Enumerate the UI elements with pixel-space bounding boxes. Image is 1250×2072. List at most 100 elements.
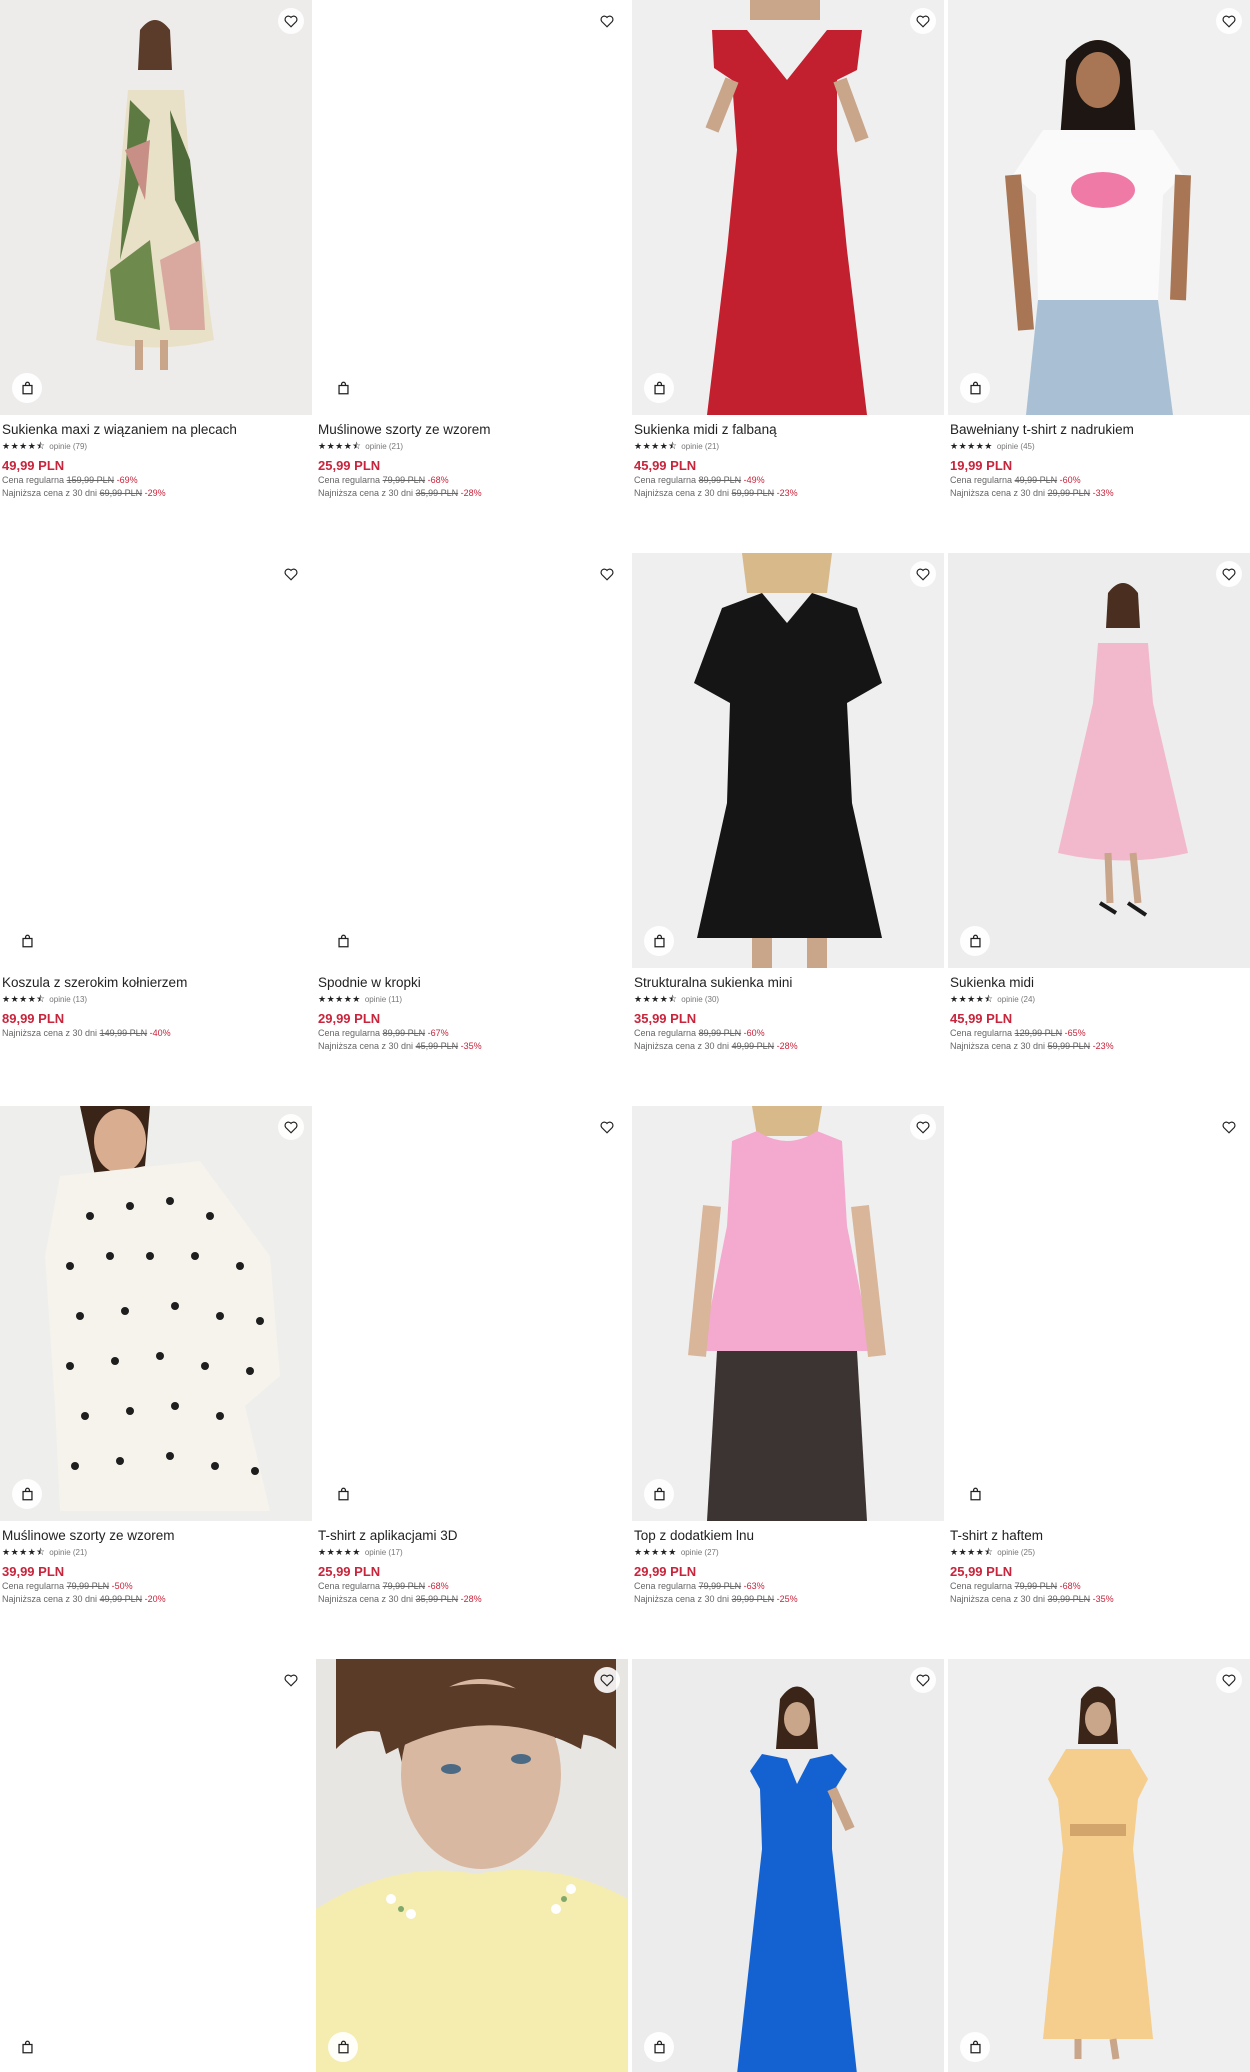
- reviews-count[interactable]: opinie (30): [681, 994, 719, 1005]
- favorite-button[interactable]: [1216, 1667, 1242, 1693]
- product-card[interactable]: [316, 1659, 628, 2072]
- product-card[interactable]: Muślinowe szorty ze wzorem ★★★★⯪ opinie …: [316, 0, 628, 500]
- product-card[interactable]: Top z dodatkiem lnu ★★★★★ opinie (27) 29…: [632, 1106, 944, 1606]
- favorite-button[interactable]: [910, 1667, 936, 1693]
- add-to-bag-button[interactable]: [328, 1479, 358, 1509]
- add-to-bag-button[interactable]: [12, 926, 42, 956]
- reviews-count[interactable]: opinie (21): [681, 441, 719, 452]
- favorite-button[interactable]: [594, 8, 620, 34]
- product-name[interactable]: Bawełniany t-shirt z nadrukiem: [950, 421, 1248, 438]
- regular-price: 79,99 PLN: [382, 1581, 426, 1591]
- favorite-button[interactable]: [1216, 561, 1242, 587]
- product-image[interactable]: [632, 0, 944, 415]
- reviews-count[interactable]: opinie (24): [997, 994, 1035, 1005]
- product-card[interactable]: [632, 1659, 944, 2072]
- regular-discount: -65%: [1064, 1028, 1086, 1038]
- regular-price: 89,99 PLN: [698, 1028, 742, 1038]
- favorite-button[interactable]: [594, 1114, 620, 1140]
- product-card[interactable]: T-shirt z aplikacjami 3D ★★★★★ opinie (1…: [316, 1106, 628, 1606]
- lowest-price-label: Najniższa cena z 30 dni: [2, 1594, 98, 1604]
- product-card[interactable]: [0, 1659, 312, 2072]
- heart-outline-icon: [284, 1674, 298, 1687]
- add-to-bag-button[interactable]: [12, 2032, 42, 2062]
- reviews-count[interactable]: opinie (25): [997, 1547, 1035, 1558]
- product-card[interactable]: Sukienka maxi z wiązaniem na plecach ★★★…: [0, 0, 312, 500]
- product-name[interactable]: Sukienka maxi z wiązaniem na plecach: [2, 421, 310, 438]
- reviews-count[interactable]: opinie (21): [49, 1547, 87, 1558]
- reviews-count[interactable]: opinie (45): [997, 441, 1035, 452]
- product-name[interactable]: Strukturalna sukienka mini: [634, 974, 942, 991]
- regular-price-line: Cena regularna 79,99 PLN -63%: [634, 1580, 942, 1593]
- product-image[interactable]: [632, 553, 944, 968]
- add-to-bag-button[interactable]: [12, 1479, 42, 1509]
- product-image[interactable]: [316, 1106, 628, 1521]
- add-to-bag-button[interactable]: [960, 1479, 990, 1509]
- favorite-button[interactable]: [278, 8, 304, 34]
- product-name[interactable]: Sukienka midi z falbaną: [634, 421, 942, 438]
- favorite-button[interactable]: [278, 1114, 304, 1140]
- product-image[interactable]: [316, 1659, 628, 2072]
- add-to-bag-button[interactable]: [328, 926, 358, 956]
- product-image[interactable]: [948, 1659, 1250, 2072]
- product-card[interactable]: Strukturalna sukienka mini ★★★★⯪ opinie …: [632, 553, 944, 1053]
- product-name[interactable]: Muślinowe szorty ze wzorem: [318, 421, 626, 438]
- product-image[interactable]: [948, 553, 1250, 968]
- product-card[interactable]: [948, 1659, 1250, 2072]
- product-image[interactable]: [0, 1659, 312, 2072]
- regular-discount: -67%: [427, 1028, 449, 1038]
- current-price: 45,99 PLN: [950, 1011, 1013, 1026]
- add-to-bag-button[interactable]: [960, 926, 990, 956]
- product-name[interactable]: Spodnie w kropki: [318, 974, 626, 991]
- favorite-button[interactable]: [910, 1114, 936, 1140]
- favorite-button[interactable]: [1216, 8, 1242, 34]
- product-name[interactable]: T-shirt z aplikacjami 3D: [318, 1527, 626, 1544]
- add-to-bag-button[interactable]: [328, 2032, 358, 2062]
- favorite-button[interactable]: [278, 1667, 304, 1693]
- add-to-bag-button[interactable]: [960, 373, 990, 403]
- product-image[interactable]: [948, 1106, 1250, 1521]
- product-card[interactable]: T-shirt z haftem ★★★★⯪ opinie (25) 25,99…: [948, 1106, 1250, 1606]
- product-name[interactable]: Top z dodatkiem lnu: [634, 1527, 942, 1544]
- product-image[interactable]: [0, 1106, 312, 1521]
- product-card[interactable]: Koszula z szerokim kołnierzem ★★★★⯪ opin…: [0, 553, 312, 1040]
- product-name[interactable]: Sukienka midi: [950, 974, 1248, 991]
- product-card[interactable]: Sukienka midi ★★★★⯪ opinie (24) 45,99 PL…: [948, 553, 1250, 1053]
- product-card[interactable]: Bawełniany t-shirt z nadrukiem ★★★★★ opi…: [948, 0, 1250, 500]
- favorite-button[interactable]: [910, 561, 936, 587]
- product-image[interactable]: [0, 553, 312, 968]
- reviews-count[interactable]: opinie (79): [49, 441, 87, 452]
- add-to-bag-button[interactable]: [644, 373, 674, 403]
- product-card[interactable]: Spodnie w kropki ★★★★★ opinie (11) 29,99…: [316, 553, 628, 1053]
- reviews-count[interactable]: opinie (17): [365, 1547, 403, 1558]
- product-image[interactable]: [632, 1106, 944, 1521]
- product-image[interactable]: [948, 0, 1250, 415]
- add-to-bag-button[interactable]: [12, 373, 42, 403]
- product-name[interactable]: T-shirt z haftem: [950, 1527, 1248, 1544]
- reviews-count[interactable]: opinie (27): [681, 1547, 719, 1558]
- product-name[interactable]: Muślinowe szorty ze wzorem: [2, 1527, 310, 1544]
- add-to-bag-button[interactable]: [328, 373, 358, 403]
- favorite-button[interactable]: [278, 561, 304, 587]
- product-image[interactable]: [316, 553, 628, 968]
- product-card[interactable]: Sukienka midi z falbaną ★★★★⯪ opinie (21…: [632, 0, 944, 500]
- add-to-bag-button[interactable]: [644, 926, 674, 956]
- favorite-button[interactable]: [910, 8, 936, 34]
- favorite-button[interactable]: [1216, 1114, 1242, 1140]
- add-to-bag-button[interactable]: [644, 1479, 674, 1509]
- product-card[interactable]: Muślinowe szorty ze wzorem ★★★★⯪ opinie …: [0, 1106, 312, 1606]
- favorite-button[interactable]: [594, 1667, 620, 1693]
- product-image[interactable]: [0, 0, 312, 415]
- reviews-count[interactable]: opinie (11): [365, 994, 402, 1005]
- product-name[interactable]: Koszula z szerokim kołnierzem: [2, 974, 310, 991]
- add-to-bag-button[interactable]: [644, 2032, 674, 2062]
- favorite-button[interactable]: [594, 561, 620, 587]
- product-image[interactable]: [632, 1659, 944, 2072]
- regular-price-line: Cena regularna 79,99 PLN -68%: [318, 1580, 626, 1593]
- reviews-count[interactable]: opinie (13): [49, 994, 87, 1005]
- reviews-count[interactable]: opinie (21): [365, 441, 403, 452]
- regular-discount: -60%: [1059, 475, 1081, 485]
- add-to-bag-button[interactable]: [960, 2032, 990, 2062]
- heart-outline-icon: [1222, 15, 1236, 28]
- product-image[interactable]: [316, 0, 628, 415]
- shopping-bag-icon: [21, 1487, 33, 1501]
